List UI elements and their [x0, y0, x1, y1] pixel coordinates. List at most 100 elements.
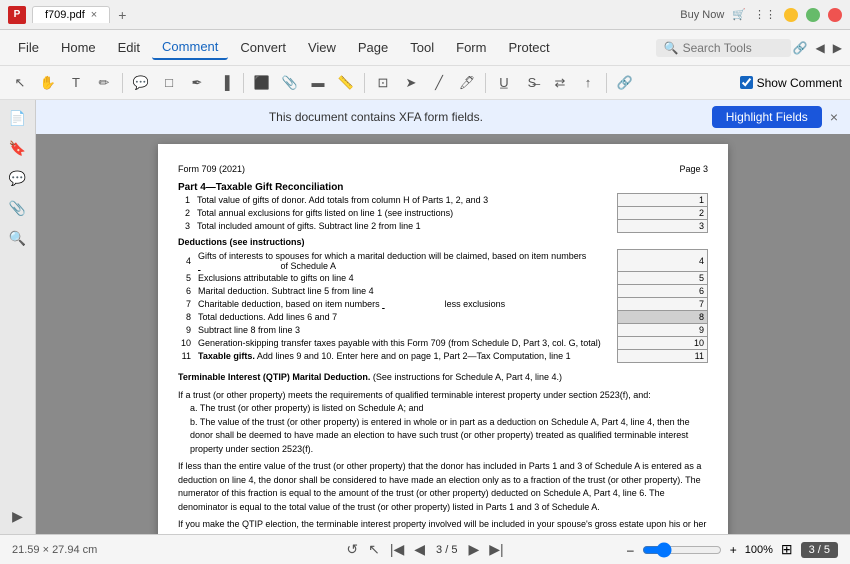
sidebar-search-icon[interactable]: 🔍	[6, 226, 30, 250]
nav-cursor-icon[interactable]: ↖	[365, 541, 383, 558]
menu-bar: File Home Edit Comment Convert View Page…	[0, 30, 850, 66]
nav-back-icon[interactable]: ◀	[816, 41, 825, 55]
tool-arrow[interactable]: ➤	[399, 71, 423, 95]
tool-pen[interactable]: 🖊	[455, 71, 479, 95]
zoom-in-icon[interactable]: +	[730, 543, 737, 557]
search-icon: 🔍	[664, 41, 679, 55]
table-row: 10 Generation-skipping transfer taxes pa…	[178, 337, 708, 350]
table-row: 8 Total deductions. Add lines 6 and 7 8	[178, 311, 708, 324]
sidebar-comment-icon[interactable]: 💬	[6, 166, 30, 190]
tool-attach[interactable]: 📎	[278, 71, 302, 95]
menu-form[interactable]: Form	[446, 36, 496, 59]
tab-label: f709.pdf	[45, 9, 85, 21]
terminable-body-2: If less than the entire value of the tru…	[178, 460, 708, 514]
tool-box[interactable]: □	[157, 71, 181, 95]
tab-close-icon[interactable]: ×	[91, 9, 97, 21]
nav-prev-button[interactable]: ◀	[411, 541, 428, 558]
show-comment-checkbox[interactable]	[740, 76, 753, 89]
tool-insert[interactable]: ↑	[576, 71, 600, 95]
app-icon: P	[8, 6, 26, 24]
tool-draw[interactable]: ✒	[185, 71, 209, 95]
search-box[interactable]: 🔍	[656, 39, 791, 57]
file-tab[interactable]: f709.pdf ×	[32, 6, 110, 23]
tool-measure[interactable]: 📏	[334, 71, 358, 95]
tool-sticky[interactable]: 💬	[129, 71, 153, 95]
close-button[interactable]	[828, 8, 842, 22]
tool-replace[interactable]: ⇄	[548, 71, 572, 95]
nav-last-button[interactable]: ▶|	[486, 541, 506, 558]
zoom-percentage: 100%	[745, 544, 773, 556]
form-number: Form 709 (2021)	[178, 164, 245, 174]
tab-bar-title: f709.pdf × +	[32, 6, 130, 23]
table-row: 5 Exclusions attributable to gifts on li…	[178, 272, 708, 285]
separator-5	[606, 73, 607, 93]
sidebar-attachment-icon[interactable]: 📎	[6, 196, 30, 220]
share-icon[interactable]: 🔗	[793, 41, 808, 55]
menu-edit[interactable]: Edit	[108, 36, 150, 59]
zoom-out-icon[interactable]: –	[627, 543, 634, 557]
table-row: 7 Charitable deduction, based on item nu…	[178, 298, 708, 311]
tool-link[interactable]: 🔗	[613, 71, 637, 95]
menu-tool[interactable]: Tool	[400, 36, 444, 59]
tool-strikethrough[interactable]: S̶	[520, 71, 544, 95]
table-row: 4 Gifts of interests to spouses for whic…	[178, 250, 708, 272]
menu-page[interactable]: Page	[348, 36, 398, 59]
nav-first-button[interactable]: |◀	[387, 541, 407, 558]
separator-1	[122, 73, 123, 93]
sidebar-arrow-right[interactable]: ▶	[6, 504, 30, 528]
tool-redact[interactable]: ▬	[306, 71, 330, 95]
page-badge: 3 / 5	[801, 542, 838, 558]
tool-line[interactable]: ╱	[427, 71, 451, 95]
terminable-body-1: If a trust (or other property) meets the…	[178, 389, 708, 403]
fit-page-icon[interactable]: ⊞	[781, 541, 793, 558]
tool-highlight[interactable]: ▐	[213, 71, 237, 95]
doc-page: Form 709 (2021) Page 3 Part 4—Taxable Gi…	[158, 144, 728, 534]
table-row: 9 Subtract line 8 from line 3 9	[178, 324, 708, 337]
menu-home[interactable]: Home	[51, 36, 106, 59]
nav-next-button[interactable]: ▶	[465, 541, 482, 558]
tool-area[interactable]: ⊡	[371, 71, 395, 95]
deductions-header: Deductions (see instructions)	[178, 237, 708, 247]
close-notification-icon[interactable]: ×	[830, 109, 838, 125]
maximize-button[interactable]	[806, 8, 820, 22]
tool-underline[interactable]: U̲	[492, 71, 516, 95]
page-indicator: 3 / 5	[436, 544, 457, 556]
tool-stamp[interactable]: ⬛	[250, 71, 274, 95]
search-input[interactable]	[683, 41, 783, 55]
part-title: Part 4—Taxable Gift Reconciliation	[178, 182, 708, 193]
tool-text[interactable]: T	[64, 71, 88, 95]
show-comment-area: Show Comment	[740, 76, 842, 90]
status-right: – + 100% ⊞ 3 / 5	[507, 541, 838, 558]
menu-view[interactable]: View	[298, 36, 346, 59]
nav-rotate-icon[interactable]: ↺	[343, 541, 361, 558]
tool-markup[interactable]: ✏	[92, 71, 116, 95]
separator-3	[364, 73, 365, 93]
terminable-section: Terminable Interest (QTIP) Marital Deduc…	[178, 371, 708, 534]
new-tab-button[interactable]: +	[114, 7, 130, 23]
buy-now-link[interactable]: Buy Now	[680, 9, 724, 21]
table-row: 3 Total included amount of gifts. Subtra…	[178, 220, 708, 233]
sidebar-bookmark-icon[interactable]: 🔖	[6, 136, 30, 160]
toolbar: ↖ ✋ T ✏ 💬 □ ✒ ▐ ⬛ 📎 ▬ 📏 ⊡ ➤ ╱ 🖊 U̲ S̶ ⇄ …	[0, 66, 850, 100]
nav-forward-icon[interactable]: ▶	[833, 41, 842, 55]
table-row: 11 Taxable gifts. Add lines 9 and 10. En…	[178, 350, 708, 363]
menu-protect[interactable]: Protect	[498, 36, 559, 59]
menu-comment[interactable]: Comment	[152, 35, 228, 60]
minimize-button[interactable]	[784, 8, 798, 22]
left-sidebar: 📄 🔖 💬 📎 🔍 ▶	[0, 100, 36, 534]
menu-convert[interactable]: Convert	[230, 36, 296, 59]
tool-hand[interactable]: ✋	[36, 71, 60, 95]
tool-cursor[interactable]: ↖	[8, 71, 32, 95]
menu-file[interactable]: File	[8, 36, 49, 59]
show-comment-label: Show Comment	[757, 76, 842, 90]
zoom-slider[interactable]	[642, 542, 722, 558]
page-header: Form 709 (2021) Page 3	[178, 164, 708, 174]
menu-right-icons: 🔗 ◀ ▶	[793, 41, 842, 55]
table-row: 6 Marital deduction. Subtract line 5 fro…	[178, 285, 708, 298]
highlight-fields-button[interactable]: Highlight Fields	[712, 106, 822, 128]
sidebar-page-icon[interactable]: 📄	[6, 106, 30, 130]
terminable-body-a: a. The trust (or other property) is list…	[178, 402, 708, 416]
doc-scroll[interactable]: Form 709 (2021) Page 3 Part 4—Taxable Gi…	[36, 134, 850, 534]
table-row: 1 Total value of gifts of donor. Add tot…	[178, 194, 708, 207]
main-form-table: 1 Total value of gifts of donor. Add tot…	[178, 193, 708, 233]
